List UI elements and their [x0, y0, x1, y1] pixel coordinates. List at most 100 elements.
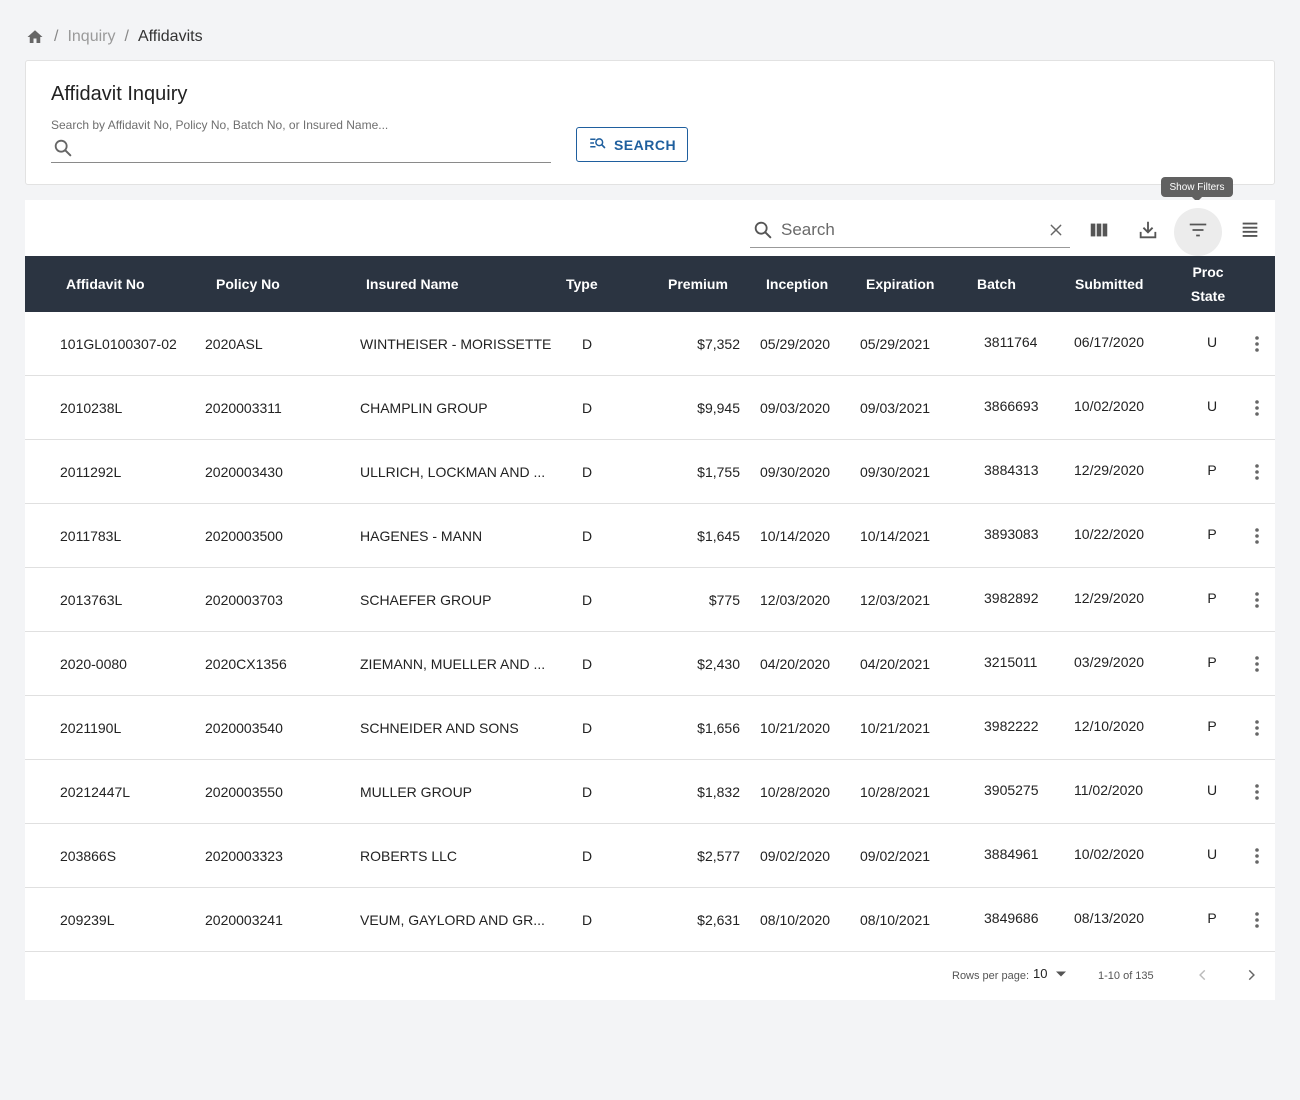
table-row[interactable]: 20212447L 2020003550 MULLER GROUP D $1,832 10… — [25, 760, 1275, 824]
more-vert-icon[interactable] — [1247, 588, 1267, 612]
page-title: Affidavit Inquiry — [51, 83, 188, 105]
cell-inception: 10/21/2020 — [760, 720, 831, 736]
more-vert-icon[interactable] — [1247, 652, 1267, 676]
cell-proc-state: P — [1207, 910, 1217, 926]
cell-type: D — [581, 912, 593, 928]
cell-insured-name: HAGENES - MANN — [360, 528, 483, 544]
cell-inception: 05/29/2020 — [760, 336, 831, 352]
cell-insured-name: CHAMPLIN GROUP — [360, 400, 488, 416]
cell-inception: 12/03/2020 — [760, 592, 831, 608]
close-icon[interactable] — [1044, 218, 1068, 242]
column-header-policy-no[interactable]: Policy No — [216, 256, 280, 312]
cell-affidavit-no: 2020-0080 — [60, 656, 127, 672]
home-icon[interactable] — [25, 27, 45, 47]
cell-insured-name: SCHNEIDER AND SONS — [360, 720, 519, 736]
manage-search-icon — [588, 134, 606, 155]
table-header: Affidavit No Policy No Insured Name Type… — [25, 256, 1275, 312]
cell-type: D — [581, 656, 593, 672]
more-vert-icon[interactable] — [1247, 908, 1267, 932]
cell-insured-name: VEUM, GAYLORD AND GR... — [360, 912, 545, 928]
cell-affidavit-no: 2011292L — [60, 464, 122, 480]
cell-batch: 3811764 — [984, 334, 1038, 350]
cell-submitted: 06/17/2020 — [1074, 334, 1145, 350]
density-button[interactable] — [1226, 208, 1274, 256]
cell-submitted: 11/02/2020 — [1074, 782, 1144, 798]
column-header-insured-name[interactable]: Insured Name — [366, 256, 459, 312]
cell-type: D — [581, 336, 593, 352]
table-row[interactable]: 2021190L 2020003540 SCHNEIDER AND SONS D $1,… — [25, 696, 1275, 760]
pagination-range: 1-10 of 135 — [1098, 970, 1154, 982]
cell-affidavit-no: 2011783L — [60, 528, 122, 544]
table-row[interactable]: 2013763L 2020003703 SCHAEFER GROUP D $775 12/… — [25, 568, 1275, 632]
table-row[interactable]: 209239L 2020003241 VEUM, GAYLORD AND GR...… — [25, 888, 1275, 952]
cell-inception: 10/28/2020 — [760, 784, 831, 800]
column-header-proc-state[interactable]: Proc State — [1184, 256, 1232, 312]
cell-proc-state: P — [1207, 526, 1217, 542]
column-header-expiration[interactable]: Expiration — [866, 256, 934, 312]
cell-submitted: 12/29/2020 — [1074, 462, 1145, 478]
column-header-premium[interactable]: Premium — [668, 256, 728, 312]
search-button[interactable]: SEARCH — [576, 127, 688, 162]
cell-batch: 3849686 — [984, 910, 1039, 926]
column-header-inception[interactable]: Inception — [766, 256, 828, 312]
view-headline-icon — [1239, 219, 1261, 246]
cell-policy-no: 2020003550 — [205, 784, 283, 800]
cell-policy-no: 2020003241 — [205, 912, 283, 928]
more-vert-icon[interactable] — [1247, 332, 1267, 356]
column-header-submitted[interactable]: Submitted — [1075, 256, 1143, 312]
cell-affidavit-no: 2021190L — [60, 720, 122, 736]
table-body: 101GL0100307-02 2020ASL WINTHEISER - MORIS… — [25, 312, 1275, 952]
cell-batch: 3884961 — [984, 846, 1039, 862]
more-vert-icon[interactable] — [1247, 524, 1267, 548]
chevron-right-icon — [1244, 968, 1258, 985]
table-row[interactable]: 2020-0080 2020CX1356 ZIEMANN, MUELLER AND … — [25, 632, 1275, 696]
cell-expiration: 04/20/2021 — [860, 656, 931, 672]
arrow-drop-down-icon — [1055, 966, 1067, 981]
cell-premium: $1,755 — [697, 464, 740, 480]
rows-per-page-label: Rows per page: — [952, 970, 1030, 982]
cell-proc-state: U — [1206, 398, 1218, 414]
table-pagination: Rows per page: 10 1-10 of 135 — [25, 952, 1275, 1000]
cell-policy-no: 2020CX1356 — [205, 656, 287, 672]
cell-affidavit-no: 20212447L — [60, 784, 131, 800]
download-button[interactable] — [1124, 208, 1172, 256]
column-header-proc-line1: Proc — [1192, 264, 1224, 280]
column-header-batch[interactable]: Batch — [977, 256, 1016, 312]
table-toolbar — [25, 200, 1275, 256]
previous-page-button[interactable] — [1191, 964, 1215, 988]
more-vert-icon[interactable] — [1247, 780, 1267, 804]
cell-type: D — [581, 400, 593, 416]
chevron-left-icon — [1196, 968, 1210, 985]
columns-button[interactable] — [1075, 208, 1123, 256]
table-row[interactable]: 203866S 2020003323 ROBERTS LLC D $2,577 09/02… — [25, 824, 1275, 888]
cell-submitted: 12/29/2020 — [1074, 590, 1145, 606]
next-page-button[interactable] — [1239, 964, 1263, 988]
cell-premium: $9,945 — [697, 400, 740, 416]
more-vert-icon[interactable] — [1247, 460, 1267, 484]
cell-batch: 3215011 — [984, 654, 1038, 670]
cell-inception: 09/30/2020 — [760, 464, 831, 480]
table-search-input[interactable] — [781, 219, 1044, 240]
cell-expiration: 09/30/2021 — [860, 464, 931, 480]
cell-expiration: 09/02/2021 — [860, 848, 931, 864]
download-icon — [1137, 219, 1159, 246]
table-row[interactable]: 2011783L 2020003500 HAGENES - MANN D $1,645 1… — [25, 504, 1275, 568]
table-row[interactable]: 2011292L 2020003430 ULLRICH, LOCKMAN AND .… — [25, 440, 1275, 504]
column-header-affidavit-no[interactable]: Affidavit No — [66, 256, 145, 312]
cell-inception: 09/02/2020 — [760, 848, 831, 864]
more-vert-icon[interactable] — [1247, 844, 1267, 868]
breadcrumb-link-inquiry[interactable]: Inquiry — [67, 28, 115, 46]
cell-expiration: 12/03/2021 — [860, 592, 931, 608]
table-row[interactable]: 101GL0100307-02 2020ASL WINTHEISER - MORIS… — [25, 312, 1275, 376]
cell-submitted: 08/13/2020 — [1074, 910, 1145, 926]
inquiry-search-input[interactable] — [81, 134, 551, 161]
more-vert-icon[interactable] — [1247, 396, 1267, 420]
cell-inception: 08/10/2020 — [760, 912, 831, 928]
table-row[interactable]: 2010238L 2020003311 CHAMPLIN GROUP D $9,945 0… — [25, 376, 1275, 440]
more-vert-icon[interactable] — [1247, 716, 1267, 740]
show-filters-button[interactable] — [1174, 208, 1222, 256]
cell-proc-state: U — [1206, 334, 1218, 350]
rows-per-page-select[interactable]: 10 — [1033, 966, 1067, 981]
column-header-type[interactable]: Type — [566, 256, 598, 312]
cell-premium: $2,577 — [697, 848, 740, 864]
